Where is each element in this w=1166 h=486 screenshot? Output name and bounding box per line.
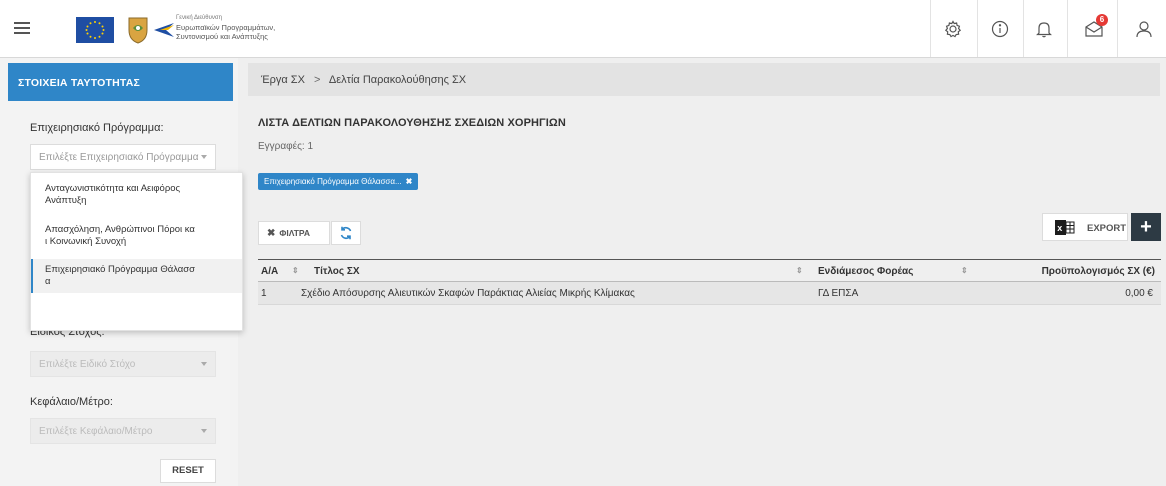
filters-button[interactable]: ✖ ΦΙΛΤΡΑ (258, 221, 330, 245)
cell-title: Σχέδιο Απόσυρσης Αλιευτικών Σκαφών Παράκ… (301, 288, 635, 299)
program-select-placeholder: Επιλέξτε Επιχειρησιακό Πρόγραμμα (39, 152, 199, 163)
dropdown-option[interactable]: Ανταγωνιστικότητα και Αειφόρος Ανάπτυξη (31, 183, 242, 207)
user-icon[interactable] (1132, 17, 1156, 41)
chevron-down-icon (201, 362, 207, 366)
top-bar: Γενική Διεύθυνση Ευρωπαϊκών Προγραμμάτων… (0, 0, 1166, 58)
cell-budget: 0,00 € (1125, 288, 1153, 299)
dropdown-option-selected[interactable]: Επιχειρησιακό Πρόγραμμα Θάλασσ α (31, 259, 242, 293)
info-icon[interactable] (988, 17, 1012, 41)
ministry-logo-icon (152, 21, 176, 39)
column-header-title[interactable]: Τίτλος ΣΧ (314, 266, 360, 277)
sort-icon[interactable]: ⇕ (796, 266, 803, 275)
breadcrumb-separator: > (314, 74, 321, 86)
export-button[interactable]: x EXPORT (1042, 213, 1128, 241)
filter-chip-label: Επιχειρησιακό Πρόγραμμα Θάλασσα... (264, 177, 402, 186)
active-filter-chip: Επιχειρησιακό Πρόγραμμα Θάλασσα... ✖ (258, 173, 419, 190)
close-icon: ✖ (267, 228, 276, 239)
refresh-icon (340, 226, 352, 240)
eu-flag-logo (76, 17, 114, 43)
tab-identity[interactable]: ΣΤΟΙΧΕΙΑ ΤΑΥΤΟΤΗΤΑΣ (8, 63, 233, 101)
chevron-down-icon (201, 429, 207, 433)
sort-icon[interactable]: ⇕ (961, 266, 968, 275)
export-label: EXPORT (1087, 223, 1127, 234)
column-header-budget[interactable]: Προϋπολογισμός ΣΧ (€) (1042, 266, 1155, 277)
results-table: Α/Α ⇕ Τίτλος ΣΧ ⇕ Ενδιάμεσος Φορέας ⇕ Πρ… (258, 259, 1161, 305)
refresh-button[interactable] (331, 221, 361, 245)
divider (930, 0, 931, 57)
divider (1023, 0, 1024, 57)
filters-label: ΦΙΛΤΡΑ (279, 228, 311, 238)
add-button[interactable]: + (1131, 213, 1161, 241)
program-dropdown-list: Ανταγωνιστικότητα και Αειφόρος Ανάπτυξη … (30, 172, 243, 331)
menu-icon[interactable] (14, 22, 30, 34)
program-select[interactable]: Επιλέξτε Επιχειρησιακό Πρόγραμμα (30, 144, 216, 170)
breadcrumb: Έργα ΣΧ > Δελτία Παρακολούθησης ΣΧ (248, 63, 1160, 96)
objective-select[interactable]: Επιλέξτε Ειδικό Στόχο (30, 351, 216, 377)
messages-icon[interactable]: 6 (1082, 14, 1108, 41)
column-header-aa[interactable]: Α/Α (261, 266, 278, 277)
measure-select[interactable]: Επιλέξτε Κεφάλαιο/Μέτρο (30, 418, 216, 444)
cell-aa: 1 (261, 288, 267, 299)
table-header: Α/Α ⇕ Τίτλος ΣΧ ⇕ Ενδιάμεσος Φορέας ⇕ Πρ… (258, 259, 1161, 282)
chevron-down-icon (201, 155, 207, 159)
excel-icon: x (1055, 220, 1075, 235)
column-header-body[interactable]: Ενδιάμεσος Φορέας (818, 266, 913, 277)
page-title: ΛΙΣΤΑ ΔΕΛΤΙΩΝ ΠΑΡΑΚΟΛΟΥΘΗΣΗΣ ΣΧΕΔΙΩΝ ΧΟΡ… (258, 117, 566, 129)
records-count: Εγγραφές: 1 (258, 141, 314, 152)
filter-sidebar: ΣΤΟΙΧΕΙΑ ΤΑΥΤΟΤΗΤΑΣ Επιχειρησιακό Πρόγρα… (0, 58, 243, 486)
divider (1117, 0, 1118, 57)
objective-select-placeholder: Επιλέξτε Ειδικό Στόχο (39, 359, 136, 370)
main-content: Έργα ΣΧ > Δελτία Παρακολούθησης ΣΧ ΛΙΣΤΑ… (238, 58, 1166, 486)
measure-label: Κεφάλαιο/Μέτρο: (30, 396, 113, 408)
remove-filter-icon[interactable]: ✖ (406, 177, 413, 186)
settings-icon[interactable] (941, 17, 965, 41)
notification-badge: 6 (1096, 14, 1108, 26)
cell-body: ΓΔ ΕΠΣΑ (818, 288, 859, 299)
table-row[interactable]: 1 Σχέδιο Απόσυρσης Αλιευτικών Σκαφών Παρ… (258, 282, 1161, 305)
measure-select-placeholder: Επιλέξτε Κεφάλαιο/Μέτρο (39, 426, 153, 437)
sort-icon[interactable]: ⇕ (292, 266, 299, 275)
bell-icon[interactable] (1032, 17, 1056, 41)
divider (977, 0, 978, 57)
breadcrumb-item-current: Δελτία Παρακολούθησης ΣΧ (328, 74, 467, 86)
program-label: Επιχειρησιακό Πρόγραμμα: (30, 122, 164, 134)
dropdown-option[interactable]: Απασχόληση, Ανθρώπινοι Πόροι κα ι Κοινων… (31, 224, 242, 248)
breadcrumb-item-projects[interactable]: Έργα ΣΧ (261, 74, 305, 86)
reset-button[interactable]: RESET (160, 459, 216, 483)
ministry-logo-text: Γενική Διεύθυνση Ευρωπαϊκών Προγραμμάτων… (176, 15, 276, 41)
cyprus-emblem-logo (127, 16, 149, 44)
divider (1067, 0, 1068, 57)
svg-text:x: x (1057, 223, 1062, 233)
